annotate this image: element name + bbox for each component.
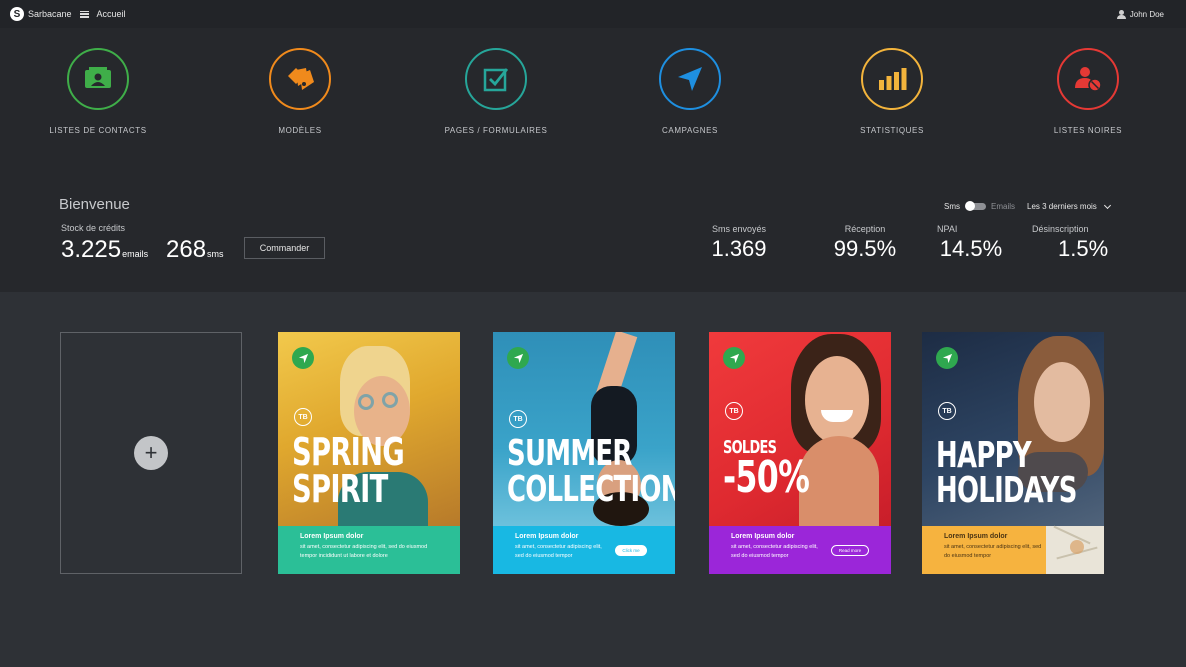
stat-reception: Réception 99.5% [825,224,905,262]
template-badge-icon: TB [938,402,956,420]
plus-icon[interactable]: + [134,436,168,470]
module-label: LISTES DE CONTACTS [49,126,147,135]
new-template-card[interactable]: + [60,332,242,574]
send-icon[interactable] [936,347,958,369]
template-headline: -50% [723,452,810,503]
click-me-button[interactable]: Click me [615,545,647,556]
template-badge-icon: TB [725,402,743,420]
channel-toggle: Sms Emails [944,201,1016,211]
template-footer: Lorem Ipsum dolor sit amet, consectetur … [493,526,675,574]
template-footer-body: sit amet, consectetur adipiscing elit, s… [515,544,602,559]
send-icon[interactable] [723,347,745,369]
module-label: STATISTIQUES [860,126,924,135]
module-templates[interactable]: MODÈLES [220,48,380,135]
template-badge-icon: TB [509,410,527,428]
user-blocked-icon [1057,48,1119,110]
template-card[interactable]: TB HAPPY HOLIDAYS Lorem Ipsum dolor sit a… [922,332,1104,574]
send-icon[interactable] [292,347,314,369]
user-name: John Doe [1129,9,1164,19]
send-icon [659,48,721,110]
stat-value: 1.369 [711,236,767,261]
color-swatch-icon [269,48,331,110]
module-blacklists[interactable]: LISTES NOIRES [1008,48,1168,135]
home-link[interactable]: Accueil [97,9,126,19]
stat-label: Désinscription [1032,224,1089,234]
stat-value: 14.5% [939,236,1003,261]
template-card[interactable]: TB SOLDES -50% Lorem Ipsum dolor sit ame… [709,332,891,574]
map-thumbnail [1046,525,1104,574]
channel-toggle-switch[interactable] [965,201,986,211]
user-menu[interactable]: John Doe [1116,0,1164,28]
template-card[interactable]: TB SPRING SPIRIT Lorem Ipsum dolor sit am… [278,332,460,574]
module-pages-forms[interactable]: PAGES / FORMULAIRES [416,48,576,135]
sarbacane-logo-icon[interactable]: S [10,7,24,21]
order-button[interactable]: Commander [244,237,325,259]
template-headline: HAPPY HOLIDAYS [936,435,1077,511]
template-card[interactable]: TB SUMMER COLLECTION Lorem Ipsum dolor si… [493,332,675,574]
top-bar: S Sarbacane Accueil John Doe [0,0,1186,28]
module-label: MODÈLES [278,126,322,135]
email-credits: 3.225emails [61,236,149,263]
template-footer-title: Lorem Ipsum dolor [731,533,795,540]
credit-stock-label: Stock de crédits [61,223,126,233]
template-badge-icon: TB [294,408,312,426]
read-more-button[interactable]: Read more [831,545,869,556]
bar-chart-icon [861,48,923,110]
contact-card-icon [67,48,129,110]
module-label: PAGES / FORMULAIRES [444,126,548,135]
stat-value: 1.5% [1058,236,1109,261]
stat-unsubscribe: Désinscription 1.5% [1026,224,1136,262]
template-footer: Lorem Ipsum dolor sit amet, consectetur … [278,526,460,574]
welcome-title: Bienvenue [59,196,130,213]
template-footer-body: sit amet, consectetur adipiscing elit, s… [731,544,818,559]
module-label: LISTES NOIRES [1053,126,1123,135]
brand-name: Sarbacane [28,9,72,19]
template-footer-body: sit amet, consectetur adipiscing elit, s… [300,544,428,559]
send-icon[interactable] [507,347,529,369]
module-statistics[interactable]: STATISTIQUES [812,48,972,135]
module-contact-lists[interactable]: LISTES DE CONTACTS [18,48,178,135]
welcome-panel: Bienvenue Stock de crédits 3.225emails 2… [0,164,1186,292]
stat-label: Sms envoyés [711,224,767,234]
stat-npai: NPAI 14.5% [937,224,1005,262]
toggle-emails-label: Emails [991,202,1016,211]
template-headline: SPRING SPIRIT [292,430,405,511]
stat-label: Réception [844,224,886,234]
toggle-sms-label: Sms [944,202,960,211]
template-footer-title: Lorem Ipsum dolor [515,533,579,540]
hamburger-menu-icon[interactable] [79,10,89,18]
module-campaigns[interactable]: CAMPAGNES [610,48,770,135]
template-footer: Lorem Ipsum dolor sit amet, consectetur … [709,526,891,574]
chevron-down-icon [1103,201,1111,209]
stat-sent: Sms envoyés 1.369 [700,224,778,262]
template-footer-title: Lorem Ipsum dolor [300,533,364,540]
template-headline: SUMMER COLLECTION [507,433,675,510]
module-label: CAMPAGNES [662,126,718,135]
user-icon [1116,9,1126,19]
period-select[interactable]: Les 3 derniers mois [1027,201,1111,211]
period-label: Les 3 derniers mois [1027,202,1097,211]
sms-credits: 268sms [166,236,224,263]
template-footer-body: sit amet, consectetur adipiscing elit, s… [944,544,1042,559]
stat-value: 99.5% [833,236,897,261]
modules-row: LISTES DE CONTACTS MODÈLES PAGES / FORMU… [0,28,1186,164]
stat-label: NPAI [937,224,958,234]
checkbox-icon [465,48,527,110]
